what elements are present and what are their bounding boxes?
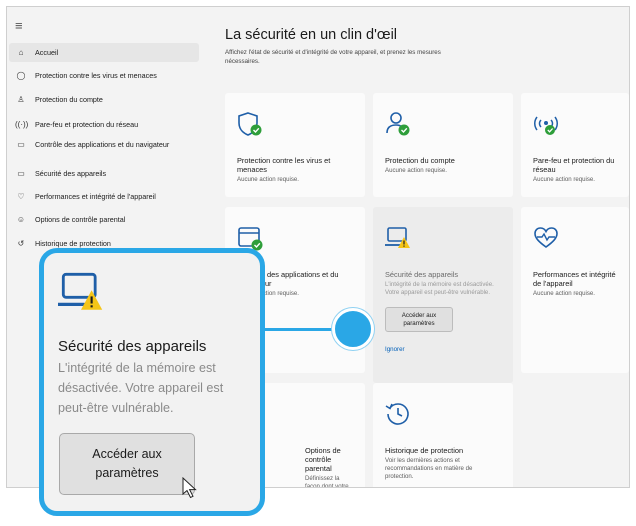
sidebar-item-label: Accueil: [35, 48, 59, 57]
card-title: Protection du compte: [385, 156, 455, 165]
zoom-title: Sécurité des appareils: [58, 338, 207, 355]
app-window-icon: ▭: [17, 140, 25, 149]
sidebar-item-device-performance[interactable]: ♡ Performances et intégrité de l'apparei…: [9, 187, 199, 206]
card-title: Protection contre les virus et menaces: [237, 156, 331, 174]
sidebar-item-firewall[interactable]: ((·)) Pare-feu et protection du réseau: [9, 115, 199, 134]
card-status: Aucune action requise.: [533, 290, 595, 297]
zoom-callout: Sécurité des appareils L'intégrité de la…: [39, 248, 265, 516]
card-status: Aucune action requise.: [237, 176, 299, 183]
mouse-pointer-icon: [182, 477, 197, 499]
history-icon: [385, 403, 409, 425]
card-device-security[interactable]: Sécurité des appareils L'intégrité de la…: [373, 207, 513, 383]
sidebar-item-label: Performances et intégrité de l'appareil: [35, 192, 156, 201]
card-title: Historique de protection: [385, 446, 464, 455]
card-account-protection[interactable]: Protection du compte Aucune action requi…: [373, 93, 513, 197]
card-title: Performances et intégrité de l'appareil: [533, 270, 616, 288]
sidebar-item-label: Pare-feu et protection du réseau: [35, 120, 139, 129]
laptop-warning-icon: [58, 272, 103, 310]
card-device-performance[interactable]: Performances et intégrité de l'appareil …: [521, 207, 629, 373]
card-virus-protection[interactable]: Protection contre les virus et menaces A…: [225, 93, 365, 197]
card-title: Sécurité des appareils: [385, 270, 459, 279]
shield-check-icon: [238, 112, 262, 136]
hamburger-icon[interactable]: ≡: [15, 19, 29, 33]
laptop-icon: ▭: [17, 169, 25, 178]
shield-icon: ◯: [16, 71, 26, 80]
sidebar-item-virus-protection[interactable]: ◯ Protection contre les virus et menaces: [9, 66, 199, 85]
sidebar-item-account-protection[interactable]: ♙ Protection du compte: [9, 90, 199, 109]
history-icon: ↺: [17, 239, 25, 248]
page-title: La sécurité en un clin d'œil: [225, 27, 398, 43]
sidebar-item-label: Protection contre les virus et menaces: [35, 71, 157, 80]
page-subtitle: Affichez l'état de sécurité et d'intégri…: [225, 49, 441, 65]
heart-pulse-icon: [534, 227, 558, 248]
family-icon: ☺: [16, 215, 26, 224]
sidebar-item-parental-control[interactable]: ☺ Options de contrôle parental: [9, 210, 199, 229]
sidebar-item-label: Options de contrôle parental: [35, 215, 126, 224]
laptop-warning-icon: [385, 227, 410, 248]
card-status: Aucune action requise.: [385, 167, 447, 174]
zoom-description: L'intégrité de la mémoire est désactivée…: [58, 361, 224, 415]
home-icon: ⌂: [18, 48, 24, 57]
callout-connector-dot: [332, 308, 374, 350]
sidebar-item-app-browser-control[interactable]: ▭ Contrôle des applications et du naviga…: [9, 135, 199, 154]
card-protection-history[interactable]: Historique de protection Voir les derniè…: [373, 383, 513, 487]
card-firewall[interactable]: Pare-feu et protection du réseau Aucune …: [521, 93, 629, 197]
sidebar-item-label: Protection du compte: [35, 95, 103, 104]
main-content: La sécurité en un clin d'œil Affichez l'…: [203, 7, 629, 487]
sidebar-item-label: Historique de protection: [35, 239, 111, 248]
wifi-antenna-icon: ((·)): [15, 120, 29, 129]
zoom-go-to-settings-button[interactable]: Accéder aux paramètres: [59, 433, 195, 495]
person-check-icon: [386, 112, 410, 136]
person-icon: ♙: [17, 95, 25, 104]
sidebar-item-label: Sécurité des appareils: [35, 169, 107, 178]
sidebar-item-device-security[interactable]: ▭ Sécurité des appareils: [9, 164, 199, 183]
card-status: Aucune action requise.: [533, 176, 595, 183]
card-status: L'intégrité de la mémoire est désactivée…: [385, 281, 494, 296]
heart-pulse-icon: ♡: [17, 192, 25, 201]
antenna-check-icon: [534, 116, 558, 135]
sidebar-item-home[interactable]: ⌂ Accueil: [9, 43, 199, 62]
sidebar-item-label: Contrôle des applications et du navigate…: [35, 140, 170, 149]
go-to-settings-button[interactable]: Accéder aux paramètres: [385, 307, 453, 332]
card-status: Voir les dernières actions et recommanda…: [385, 457, 473, 480]
card-title: Pare-feu et protection du réseau: [533, 156, 615, 174]
ignore-link[interactable]: Ignorer: [385, 346, 501, 353]
